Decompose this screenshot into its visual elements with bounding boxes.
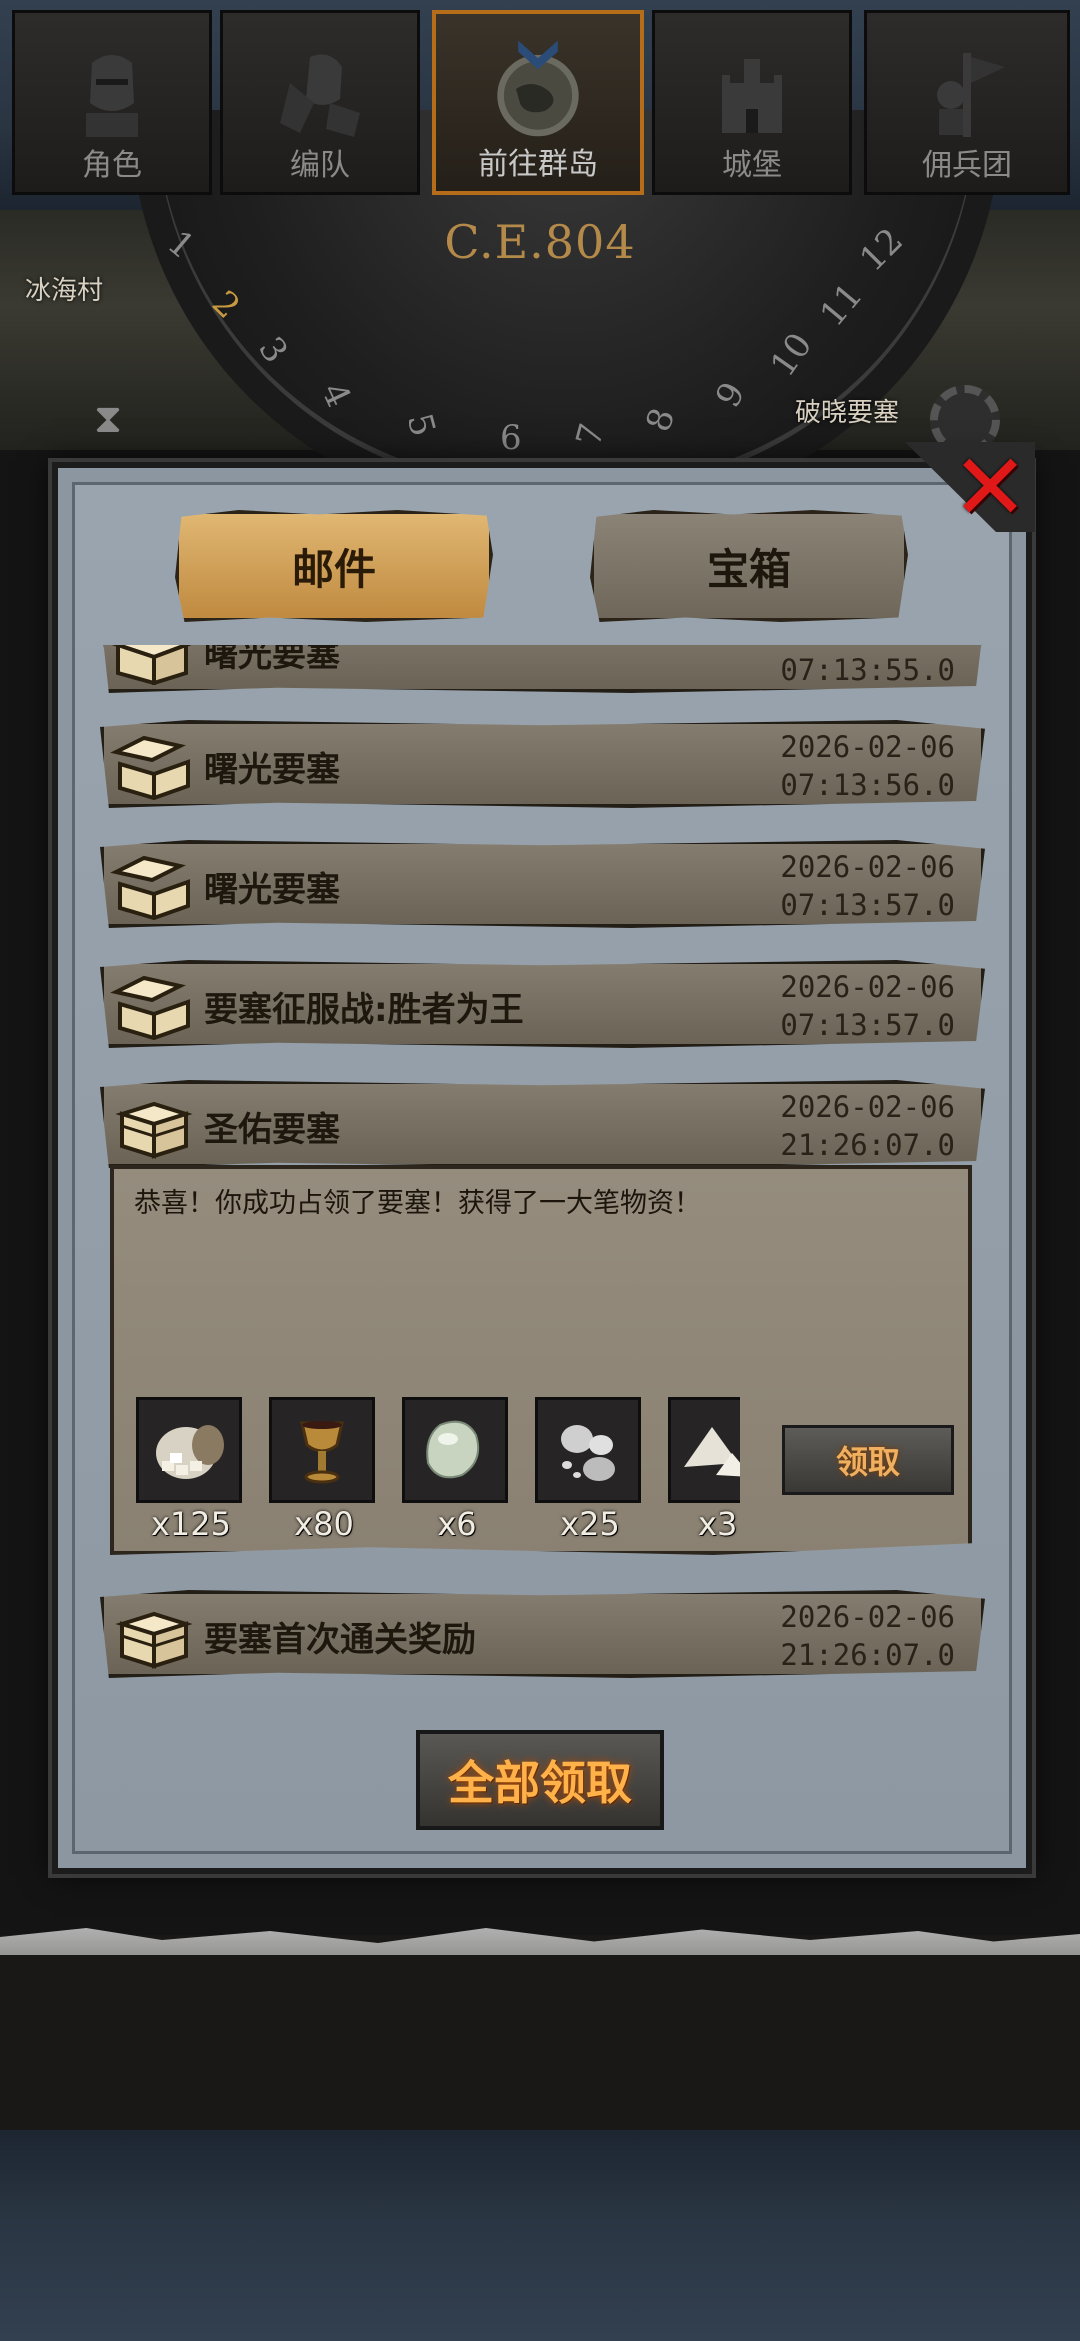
nav-item-islands[interactable]: 前往群岛 — [432, 10, 644, 195]
claim-button[interactable]: 领取 — [782, 1425, 954, 1495]
knight-helmet-icon — [86, 55, 138, 137]
mail-item[interactable]: 要塞征服战:胜者为王 2026-02-06 07:13:57.0 — [100, 960, 985, 1048]
chest-closed-icon — [115, 1101, 193, 1159]
bottom-status-band — [0, 2130, 1080, 2341]
mail-title: 曙光要塞 — [204, 870, 340, 910]
chest-open-icon — [112, 645, 192, 685]
reward-count: x25 — [560, 1505, 620, 1543]
dial-number: 6 — [500, 418, 522, 458]
location-label-left[interactable]: 冰海村 — [25, 270, 103, 307]
mail-list[interactable]: 曙光要塞 07:13:55.0 曙光要塞 2026-02-06 07:13:56… — [100, 645, 985, 1680]
chest-open-icon — [110, 975, 190, 1040]
mail-time: 07:13:55.0 — [780, 653, 955, 687]
mail-date: 2026-02-06 — [780, 730, 955, 764]
reward-count: x80 — [294, 1505, 354, 1543]
mail-date: 2026-02-06 — [780, 850, 955, 884]
salt-icon — [684, 1427, 740, 1477]
mail-date: 2026-02-06 — [780, 1600, 955, 1634]
tab-chest[interactable]: 宝箱 — [590, 510, 908, 622]
mail-time: 21:26:07.0 — [780, 1638, 955, 1672]
bottom-nav — [0, 1935, 1080, 2135]
location-label-right[interactable]: 破晓要塞 — [795, 392, 899, 429]
chest-closed-icon — [115, 1611, 193, 1669]
reward-count: x6 — [437, 1505, 477, 1543]
nav-item-castle[interactable]: 城堡 — [652, 10, 852, 195]
mail-time: 21:26:07.0 — [780, 1128, 955, 1162]
mail-item-expanded[interactable]: 圣佑要塞 2026-02-06 21:26:07.0 — [100, 1080, 985, 1168]
silver-ore-icon — [561, 1425, 615, 1481]
mail-title: 要塞征服战:胜者为王 — [204, 990, 524, 1030]
mail-title: 曙光要塞 — [204, 750, 340, 790]
reward-item[interactable]: x6 — [402, 1397, 512, 1543]
reward-item[interactable]: x3 — [668, 1397, 740, 1543]
goblet-icon — [300, 1421, 344, 1484]
gem-icon — [426, 1420, 480, 1479]
tab-mail[interactable]: 邮件 — [175, 510, 493, 622]
reward-item[interactable]: x25 — [535, 1397, 645, 1543]
mail-time: 07:13:56.0 — [780, 768, 955, 802]
reward-count: x125 — [150, 1505, 231, 1543]
reward-item[interactable]: x80 — [269, 1397, 379, 1543]
mail-title: 曙光要塞 — [204, 645, 340, 675]
mail-title: 要塞首次通关奖励 — [204, 1620, 476, 1660]
hourglass-icon[interactable]: ⧗ — [90, 395, 126, 443]
mail-item[interactable]: 要塞首次通关奖励 2026-02-06 21:26:07.0 — [100, 1590, 985, 1678]
reward-count: x3 — [698, 1505, 738, 1543]
mail-date: 2026-02-06 — [780, 970, 955, 1004]
mail-time: 07:13:57.0 — [780, 888, 955, 922]
nav-label: 编队 — [290, 148, 350, 183]
claim-button-label: 领取 — [835, 1443, 900, 1481]
nav-item-mercenary[interactable]: 佣兵团 — [864, 10, 1070, 195]
mail-time: 07:13:57.0 — [780, 1008, 955, 1042]
nav-item-character[interactable]: 角色 — [12, 10, 212, 195]
mail-body-text: 恭喜！你成功占领了要塞！获得了一大笔物资！ — [134, 1188, 701, 1219]
mail-item[interactable]: 曙光要塞 2026-02-06 07:13:57.0 — [100, 840, 985, 928]
era-label: C.E.804 — [444, 215, 636, 269]
claim-all-button[interactable]: 全部领取 — [416, 1730, 664, 1830]
close-x-icon[interactable]: ✕ — [950, 442, 1030, 534]
formation-icon — [280, 54, 360, 137]
compass-map-icon — [497, 40, 579, 137]
nav-label: 佣兵团 — [922, 148, 1012, 183]
reward-item[interactable]: x125 — [136, 1397, 246, 1543]
sack-icon — [156, 1425, 224, 1479]
mail-item[interactable]: 曙光要塞 2026-02-06 07:13:56.0 — [100, 720, 985, 808]
claim-all-label: 全部领取 — [448, 1756, 632, 1810]
mail-body: 恭喜！你成功占领了要塞！获得了一大笔物资！ x125 x80 x6 x25 x3… — [110, 1165, 972, 1555]
mail-date: 2026-02-06 — [780, 1090, 955, 1124]
tab-chest-label: 宝箱 — [706, 544, 791, 594]
chest-open-icon — [110, 735, 190, 800]
nav-item-formation[interactable]: 编队 — [220, 10, 420, 195]
nav-label: 城堡 — [722, 148, 782, 183]
castle-icon — [722, 59, 782, 133]
chest-open-icon — [110, 855, 190, 920]
mail-title: 圣佑要塞 — [204, 1110, 340, 1150]
nav-label: 前往群岛 — [478, 147, 598, 182]
mail-item[interactable]: 曙光要塞 07:13:55.0 — [100, 645, 985, 693]
tab-mail-label: 邮件 — [291, 544, 376, 594]
mercenary-icon — [937, 53, 1005, 137]
nav-label: 角色 — [82, 148, 142, 183]
